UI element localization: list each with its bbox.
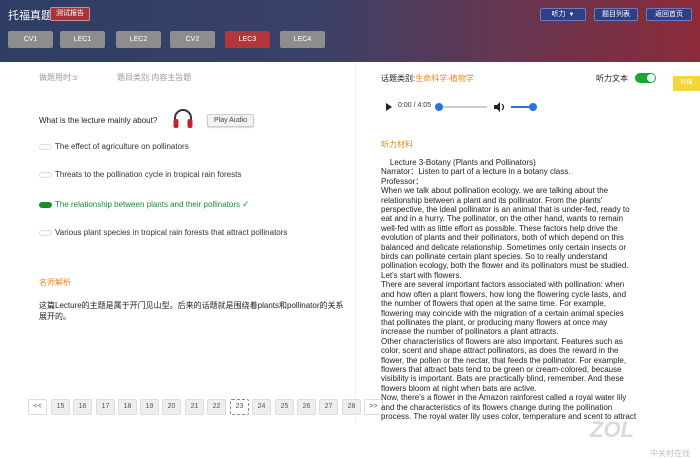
transcript-line: Other characteristics of flowers are als… [381, 336, 623, 346]
question-list-button[interactable]: 题目列表 [594, 8, 638, 21]
play-icon[interactable] [386, 103, 392, 111]
main-content: 做题用时:s 题目类别:内容主旨题 What is the lecture ma… [0, 62, 700, 458]
chevron-down-icon: ▼ [568, 12, 575, 18]
transcript-line: and the characteristics of its flowers c… [381, 402, 613, 412]
page-button[interactable]: 20 [162, 399, 181, 415]
answer-option[interactable]: Threats to the pollination cycle in trop… [39, 169, 241, 181]
page-button[interactable]: 25 [275, 399, 294, 415]
transcript-line: flowers that attract bats tend to be gre… [381, 364, 622, 374]
test-report-button[interactable]: 测试报告 [50, 7, 90, 21]
transcript-line: evolution of plants and their pollinator… [381, 233, 624, 243]
transcript-line: perspective, the ideal pollinator is an … [381, 205, 630, 215]
progress-thumb[interactable] [435, 103, 443, 111]
toggle-knob [647, 74, 655, 82]
transcript-line: balanced and delicate relationship. Some… [381, 242, 627, 252]
tab-lec3[interactable]: LEC3 [225, 31, 270, 48]
answer-option[interactable]: Various plant species in tropical rain f… [39, 227, 287, 239]
transcript-toggle[interactable] [635, 73, 656, 83]
progress-track[interactable] [437, 106, 487, 108]
transcript-line: birds can pollinate certain plant specie… [381, 252, 608, 262]
page-button[interactable]: 16 [73, 399, 92, 415]
transcript-line: relationship between a plant and its pol… [381, 195, 603, 205]
check-icon: ✓ [242, 199, 250, 209]
player-time: 0:00 / 4:05 [398, 102, 432, 109]
transcript-line: the number of flowers that open at the s… [381, 299, 606, 309]
prev-page-button[interactable]: << [28, 399, 47, 415]
page-button[interactable]: 15 [51, 399, 70, 415]
transcript-line: color, scent and shape attract pollinato… [381, 346, 619, 356]
option-text: Various plant species in tropical rain f… [55, 228, 288, 237]
radio-button[interactable] [39, 143, 52, 150]
play-audio-button[interactable]: Play Audio [207, 114, 255, 127]
radio-button[interactable] [39, 201, 52, 208]
transcript-line: flowering may coincide with the migratio… [381, 308, 624, 318]
top-bar: 托福真题2 测试报告 听力 ▼ 题目列表 返回首页 CV1 LEC1 LEC2 C… [0, 0, 700, 62]
transcript-line: Narrator：Listen to part of a lecture in … [381, 167, 571, 177]
time-used: 做题用时:s [39, 73, 78, 82]
listen-dropdown-label: 听力 [551, 11, 566, 18]
transcript: Lecture 3-Botany (Plants and Pollinators… [381, 158, 677, 424]
transcript-toggle-label: 听力文本 [596, 74, 628, 83]
page-button[interactable]: 27 [319, 399, 338, 415]
tab-cv2[interactable]: CV2 [170, 31, 215, 48]
watermark-text: 中关村在线 [650, 449, 690, 458]
analysis-title: 名师解析 [39, 278, 71, 287]
transcript-line: Lecture 3-Botany (Plants and Pollinators… [381, 158, 536, 167]
option-text: The effect of agriculture on pollinators [55, 142, 189, 151]
question-text: What is the lecture mainly about? [39, 116, 158, 125]
analysis-text: 这篇Lecture的主题是属于开门见山型。后来的话题就是围绕着plants和po… [39, 301, 344, 321]
page-button[interactable]: 22 [207, 399, 226, 415]
transcript-line: flowers bloom at night when bats are act… [381, 383, 537, 393]
transcript-line: pollination ecology, both the flower and… [381, 261, 629, 271]
transcript-line: visibility is important. Bats are practi… [381, 374, 624, 384]
home-button[interactable]: 返回首页 [646, 8, 692, 21]
watermark-logo: ZOL [590, 417, 634, 442]
transcript-line: and how often a plant flowers, how long … [381, 289, 627, 299]
transcript-line: When we talk about pollination ecology, … [381, 186, 609, 196]
page-button[interactable]: 18 [118, 399, 137, 415]
page-button[interactable]: 24 [252, 399, 271, 415]
audio-player: 0:00 / 4:05 [381, 99, 551, 115]
transcript-line: There are several important factors asso… [381, 280, 625, 290]
volume-thumb[interactable] [529, 103, 537, 111]
page-button[interactable]: 21 [185, 399, 204, 415]
page-button[interactable]: 26 [297, 399, 316, 415]
headphone-icon[interactable] [172, 107, 194, 136]
page-button[interactable]: 17 [96, 399, 115, 415]
transcript-line: Professor： [381, 176, 424, 186]
topic-category: 话题类别:生命科学-植物学 [381, 73, 474, 84]
answer-option[interactable]: The effect of agriculture on pollinators [39, 141, 189, 153]
column-divider [355, 62, 356, 424]
material-title: 听力材料 [381, 140, 413, 149]
transcript-line: well-fed with as little effort as possib… [381, 223, 618, 233]
tab-lec2[interactable]: LEC2 [116, 31, 161, 48]
question-category: 题目类别:内容主旨题 [117, 73, 192, 82]
topic-category-value: 生命科学-植物学 [415, 74, 474, 83]
answer-option-correct[interactable]: The relationship between plants and thei… [39, 198, 250, 210]
transcript-line: increase the number of pollinators a pla… [381, 327, 559, 337]
page-button-current[interactable]: 23 [230, 399, 249, 415]
tab-lec1[interactable]: LEC1 [60, 31, 105, 48]
radio-button[interactable] [39, 171, 52, 178]
option-text: The relationship between plants and thei… [55, 200, 241, 209]
radio-button[interactable] [39, 229, 52, 236]
transcript-line: Let's start with flowers. [381, 270, 462, 280]
transcript-line: eat and in a hurry. The pollinator, on t… [381, 214, 624, 224]
page-button[interactable]: 19 [140, 399, 159, 415]
volume-icon[interactable] [494, 102, 506, 114]
transcript-line: Now, there's a flower in the Amazon rain… [381, 393, 627, 403]
topic-category-label: 话题类别: [381, 74, 416, 83]
listen-dropdown[interactable]: 听力 ▼ [540, 8, 586, 21]
tab-lec4[interactable]: LEC4 [280, 31, 325, 48]
side-tab[interactable]: 扫描 [673, 76, 700, 91]
transcript-line: that pollinates the plant, or producing … [381, 317, 608, 327]
option-text: Threats to the pollination cycle in trop… [55, 170, 242, 179]
tab-cv1[interactable]: CV1 [8, 31, 53, 48]
transcript-line: flower, the pollen or the nectar, that f… [381, 355, 627, 365]
page-button[interactable]: 28 [342, 399, 361, 415]
